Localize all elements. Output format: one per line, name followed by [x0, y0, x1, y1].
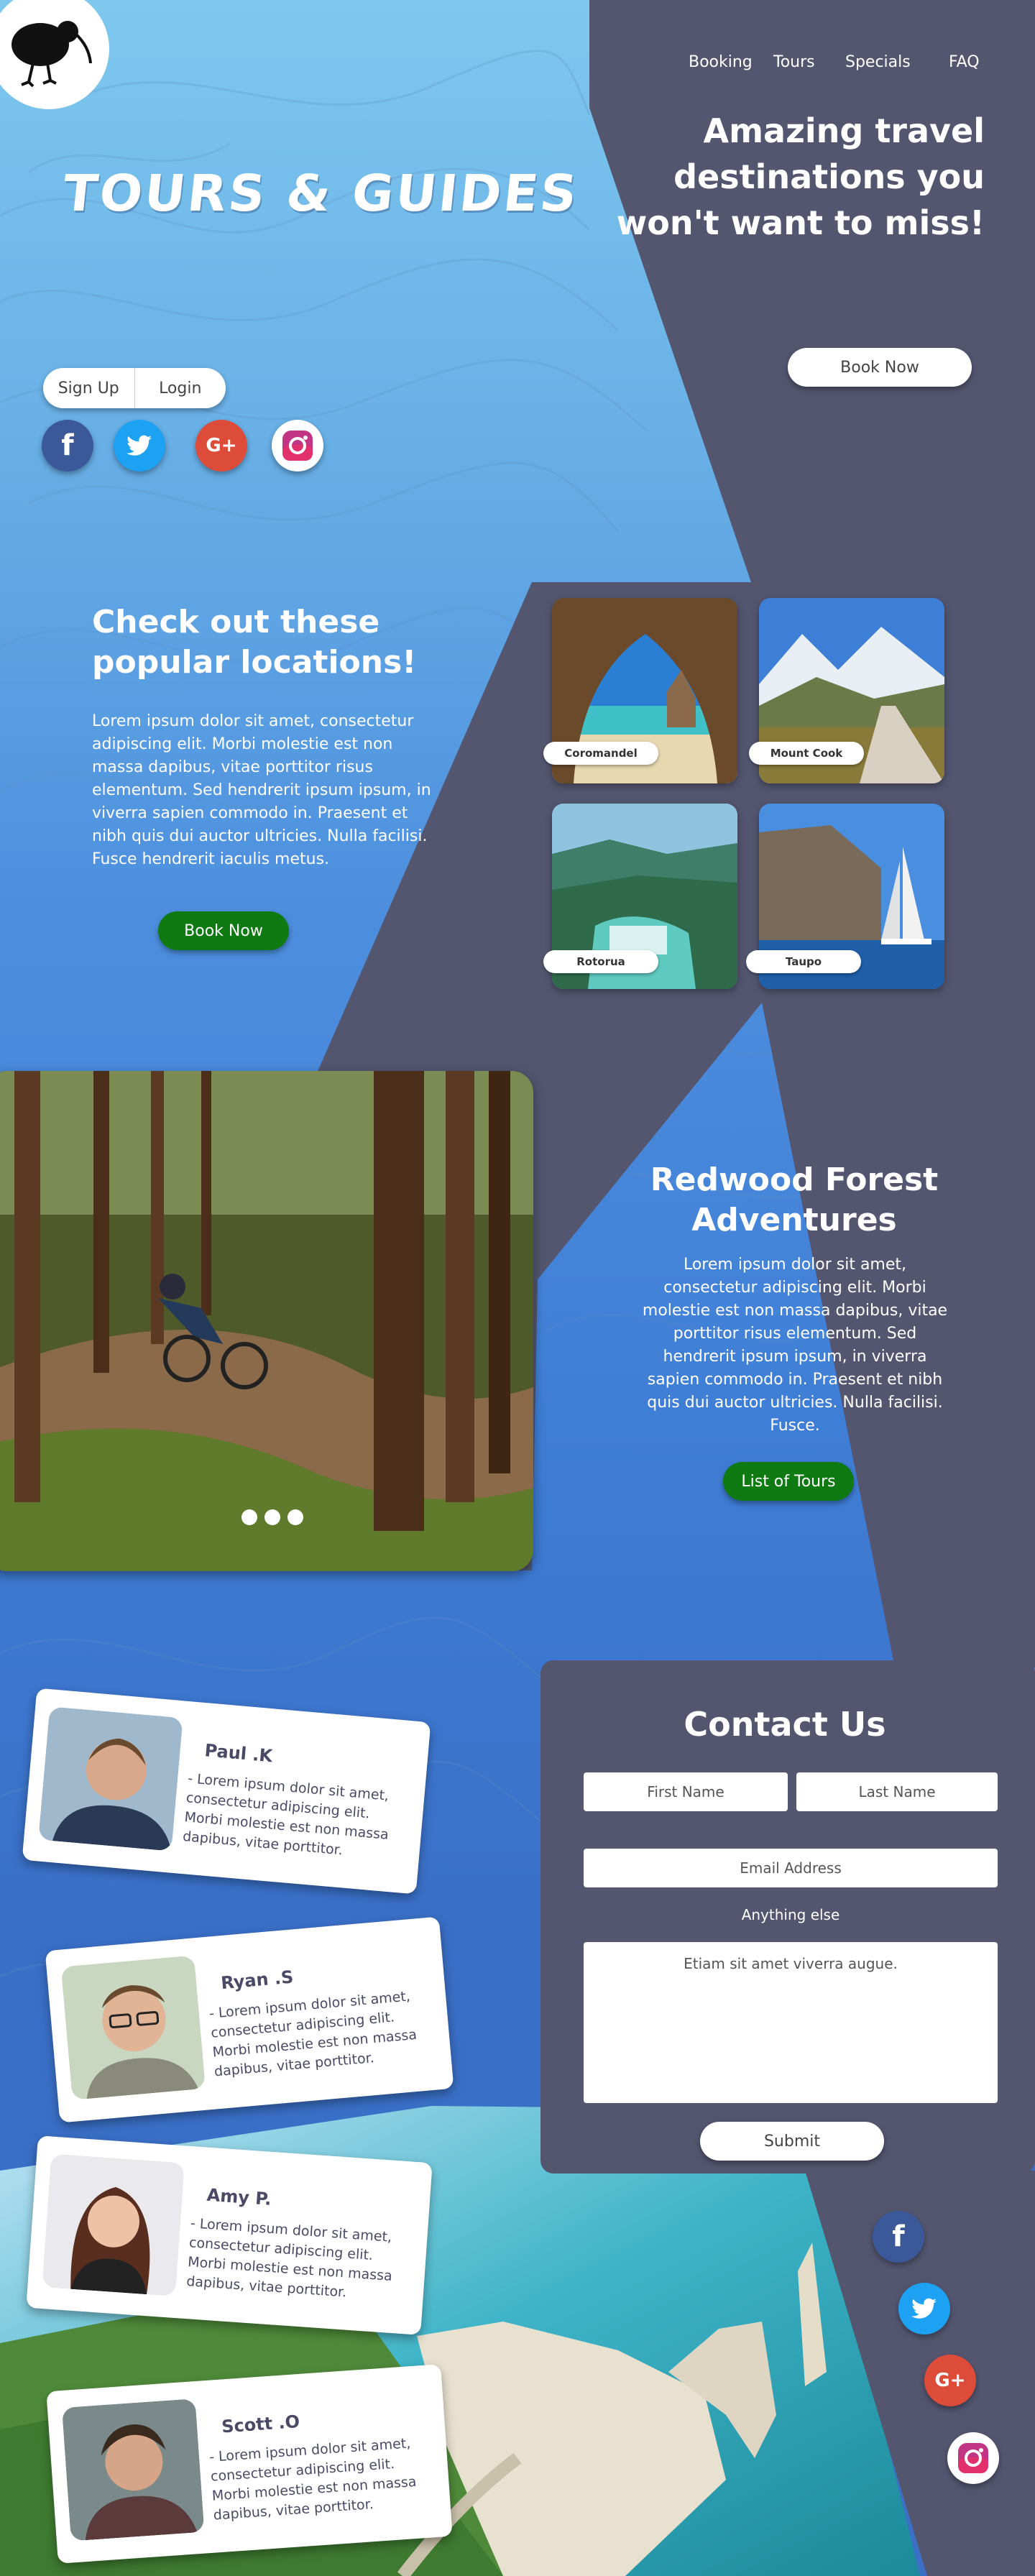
login-button[interactable]: Login	[135, 368, 226, 408]
nav-faq[interactable]: FAQ	[949, 53, 980, 71]
redwood-body: Lorem ipsum dolor sit amet, consectetur …	[642, 1256, 948, 1435]
popular-heading: Check out these popular locations!	[92, 604, 417, 681]
forest-image	[0, 1071, 533, 1571]
testimonial-text: - Lorem ipsum dolor sit amet, consectetu…	[208, 1988, 418, 2080]
testimonial-text: - Lorem ipsum dolor sit amet, consectetu…	[182, 1770, 390, 1859]
brand-title: TOURS & GUIDES	[60, 164, 582, 223]
submit-button[interactable]: Submit	[700, 2122, 884, 2161]
location-label-coromandel: Coromandel	[543, 742, 658, 765]
anything-else-label: Anything else	[741, 1906, 840, 1923]
testimonial-text: - Lorem ipsum dolor sit amet, consectetu…	[185, 2215, 393, 2301]
nav-tours[interactable]: Tours	[773, 53, 815, 71]
twitter-icon[interactable]	[898, 2283, 950, 2334]
first-name-field[interactable]: First Name	[584, 1772, 788, 1811]
location-label-rotorua: Rotorua	[543, 950, 658, 973]
carousel-dot-2[interactable]	[264, 1509, 280, 1525]
testimonial-card: Paul .K - Lorem ipsum dolor sit amet, co…	[22, 1688, 431, 1895]
twitter-icon[interactable]	[114, 420, 165, 472]
hero-book-now-button[interactable]: Book Now	[788, 348, 972, 387]
testimonial-name: Amy P.	[206, 2184, 272, 2209]
popular-book-now-button[interactable]: Book Now	[158, 911, 289, 950]
popular-body: Lorem ipsum dolor sit amet, consectetur …	[92, 712, 431, 868]
facebook-icon[interactable]: f	[42, 420, 93, 472]
testimonial-text: - Lorem ipsum dolor sit amet, consectetu…	[208, 2435, 418, 2524]
testimonial-name: Paul .K	[203, 1740, 274, 1767]
nav-booking[interactable]: Booking	[689, 53, 753, 71]
sign-up-button[interactable]: Sign Up	[43, 368, 135, 408]
instagram-icon[interactable]	[272, 420, 323, 472]
testimonial-name: Scott .O	[221, 2411, 300, 2437]
avatar	[60, 1955, 206, 2100]
kiwi-bird-icon	[12, 21, 92, 88]
nav-specials[interactable]: Specials	[845, 53, 911, 71]
carousel-dot-1[interactable]	[242, 1509, 257, 1525]
location-label-taupo: Taupo	[746, 950, 861, 973]
instagram-icon[interactable]	[947, 2432, 999, 2484]
avatar	[42, 2153, 185, 2296]
page: Booking Tours Specials FAQ Amazing trave…	[0, 0, 1035, 2576]
message-textarea[interactable]: Etiam sit amet viverra augue.	[584, 1942, 998, 2103]
google-plus-icon[interactable]: G+	[196, 420, 247, 472]
testimonial-name: Ryan .S	[220, 1966, 295, 1994]
facebook-icon[interactable]: f	[873, 2211, 924, 2263]
location-label-mount-cook: Mount Cook	[749, 742, 864, 765]
testimonial-card: Amy P. - Lorem ipsum dolor sit amet, con…	[26, 2135, 433, 2335]
redwood-heading: Redwood Forest Adventures	[650, 1162, 939, 1238]
hero-tagline: Amazing travel destinations you won't wa…	[616, 111, 985, 242]
avatar	[61, 2398, 205, 2542]
avatar	[38, 1706, 183, 1852]
email-field[interactable]: Email Address	[584, 1849, 998, 1887]
carousel-dot-3[interactable]	[288, 1509, 303, 1525]
testimonial-card: Ryan .S - Lorem ipsum dolor sit amet, co…	[45, 1916, 454, 2123]
testimonial-card: Scott .O - Lorem ipsum dolor sit amet, c…	[46, 2364, 453, 2564]
list-of-tours-button[interactable]: List of Tours	[723, 1462, 854, 1501]
auth-buttons: Sign Up Login	[43, 368, 226, 408]
contact-heading: Contact Us	[684, 1705, 886, 1744]
google-plus-icon[interactable]: G+	[924, 2355, 976, 2406]
logo[interactable]	[0, 0, 109, 109]
forest-carousel[interactable]	[0, 1071, 533, 1571]
last-name-field[interactable]: Last Name	[796, 1772, 998, 1811]
